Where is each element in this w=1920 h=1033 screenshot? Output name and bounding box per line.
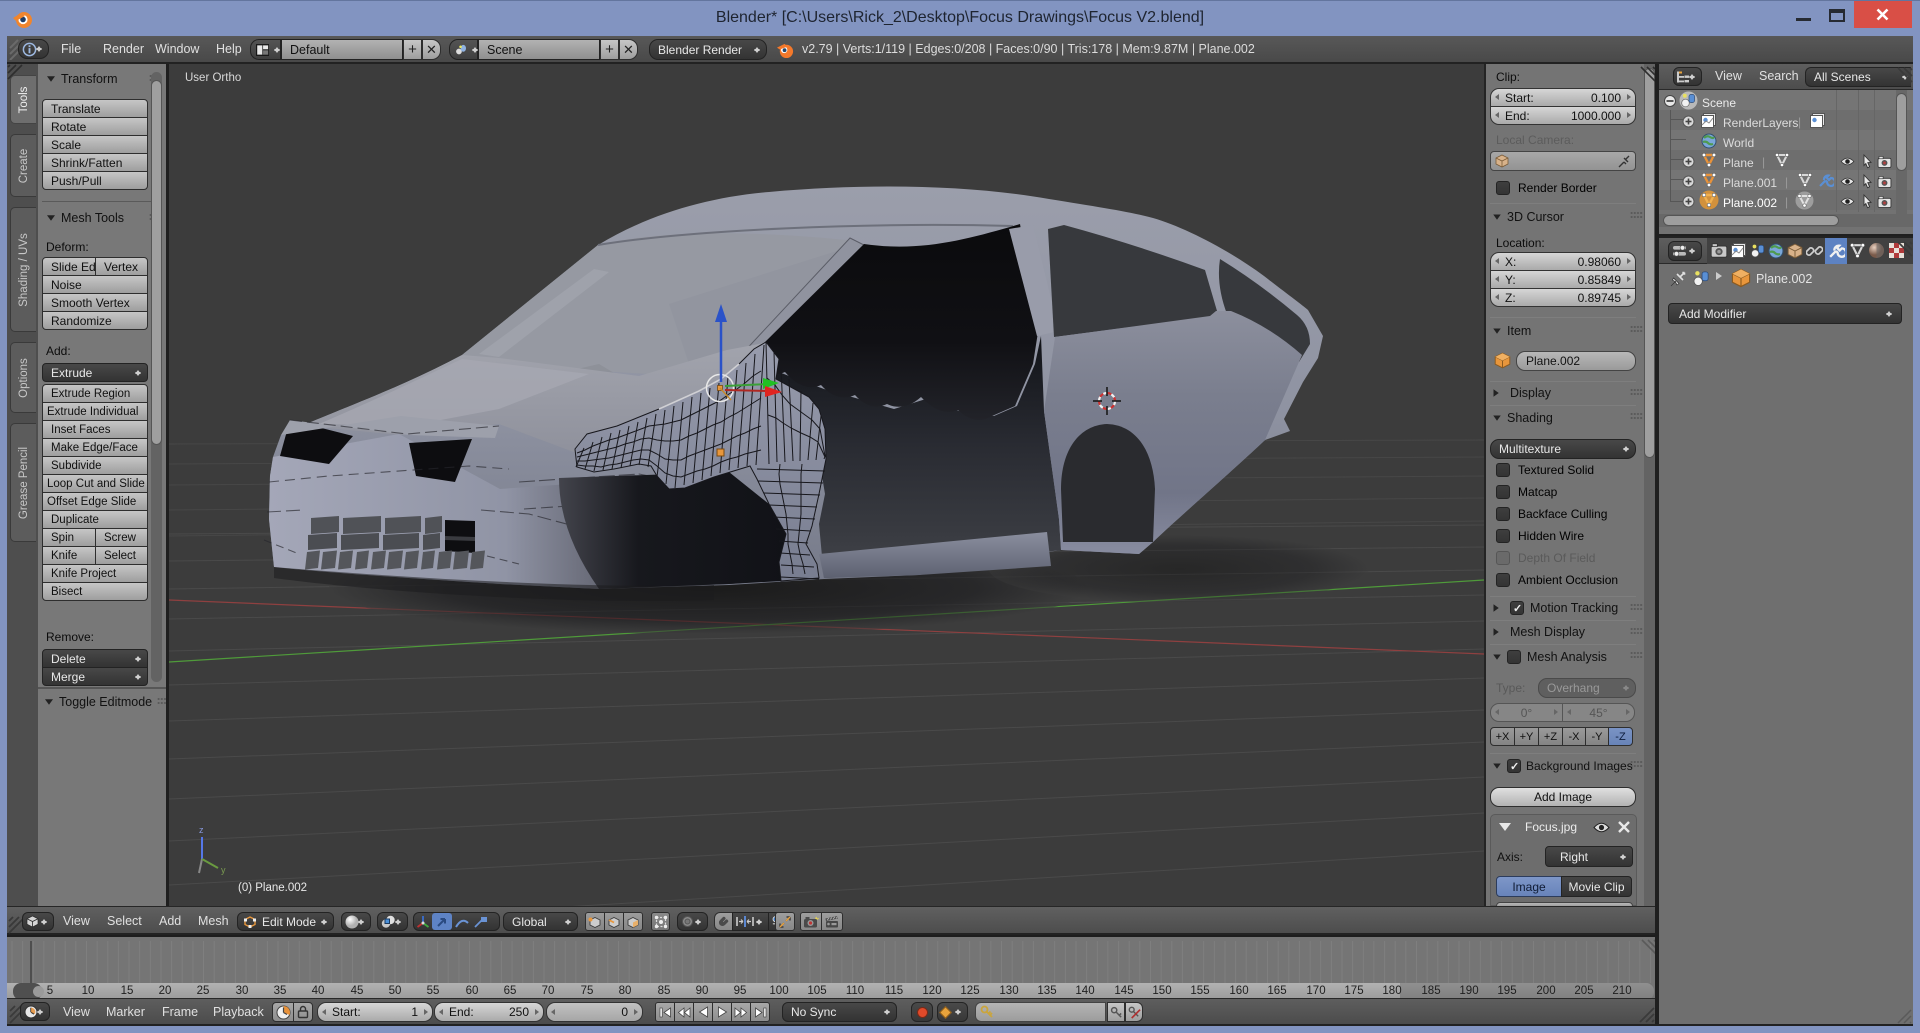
- svg-text:z: z: [199, 825, 204, 835]
- svg-text:y: y: [221, 865, 226, 875]
- svg-text:User Ortho: User Ortho: [185, 72, 241, 84]
- svg-text:(0) Plane.002: (0) Plane.002: [238, 882, 307, 894]
